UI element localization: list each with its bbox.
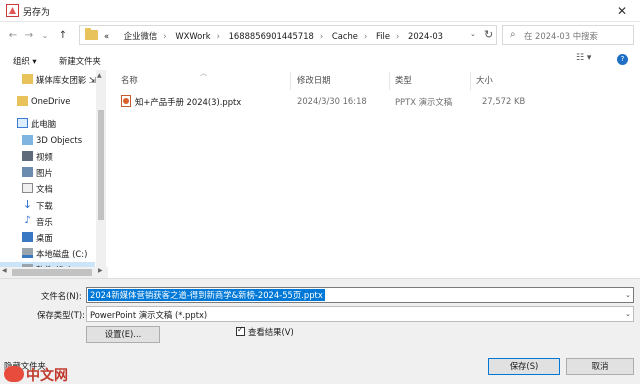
refresh-icon[interactable]: ↻ <box>484 28 493 41</box>
filetype-value: PowerPoint 演示文稿 (*.pptx) <box>90 310 208 320</box>
column-header-size[interactable]: 大小 <box>476 74 493 86</box>
filename-value[interactable]: 2024新媒体营销获客之道-得到新商学&新榜-2024-55页.pptx <box>88 289 325 301</box>
watermark-logo <box>4 366 24 382</box>
scroll-left-icon[interactable]: ◀ <box>2 267 7 274</box>
chevron-down-icon[interactable]: ⌄ <box>625 291 631 299</box>
filename-field[interactable]: 2024新媒体营销获客之道-得到新商学&新榜-2024-55页.pptx ⌄ <box>86 287 634 303</box>
sidebar-item-3d-objects[interactable]: 3D Objects <box>0 132 95 149</box>
chevron-down-icon[interactable]: ⌄ <box>625 310 631 318</box>
scroll-right-icon[interactable]: ▶ <box>98 267 103 274</box>
sidebar-item-this-pc[interactable]: 此电脑 <box>0 115 95 132</box>
download-arrow-icon: ↓ <box>22 198 33 211</box>
back-icon[interactable]: ← <box>6 27 20 45</box>
up-folder-icon[interactable]: ↑ <box>56 27 70 45</box>
file-name[interactable]: 知+产品手册 2024(3).pptx <box>135 96 241 108</box>
breadcrumb-overflow[interactable]: « <box>104 31 109 41</box>
watermark-text: 中文网 <box>26 368 68 384</box>
file-size: 27,572 KB <box>482 96 526 106</box>
chevron-down-icon[interactable]: ⌄ <box>470 30 476 38</box>
sidebar-item-media-library[interactable]: 媒体库女团影 ⇲ <box>0 71 96 88</box>
sidebar-item-local-disk-c[interactable]: 本地磁盘 (C:) <box>0 245 95 262</box>
sidebar-item-downloads[interactable]: ↓ 下载 <box>0 197 95 214</box>
forward-icon[interactable]: → <box>22 27 36 45</box>
settings-button[interactable]: 设置(E)... <box>86 326 160 343</box>
breadcrumb-item[interactable]: 2024-03 <box>408 31 443 41</box>
column-header-type[interactable]: 类型 <box>395 74 412 86</box>
drive-icon <box>22 248 33 258</box>
desktop-icon <box>22 232 33 242</box>
search-icon: ⌕ <box>510 29 516 40</box>
pptx-file-icon <box>121 95 131 107</box>
file-type: PPTX 演示文稿 <box>395 97 453 107</box>
view-results-checkbox[interactable] <box>236 325 245 336</box>
cancel-button[interactable]: 取消 <box>566 358 634 375</box>
view-results-label[interactable]: 查看结果(V) <box>248 326 294 338</box>
file-modified: 2024/3/30 16:18 <box>297 96 367 106</box>
document-icon <box>22 183 33 193</box>
breadcrumb-item[interactable]: 企业微信 <box>124 31 158 41</box>
title-bar <box>0 0 640 22</box>
column-divider[interactable] <box>290 72 291 90</box>
scroll-up-icon[interactable]: ▲ <box>97 72 102 79</box>
save-button[interactable]: 保存(S) <box>488 358 560 375</box>
breadcrumb-item[interactable]: Cache <box>332 31 358 41</box>
folder-icon <box>85 28 98 40</box>
folder-icon <box>17 96 28 106</box>
save-dialog-icon <box>6 4 19 17</box>
cube-icon <box>22 135 33 145</box>
folder-icon <box>22 74 33 84</box>
filetype-select[interactable]: PowerPoint 演示文稿 (*.pptx) ⌄ <box>86 306 634 322</box>
horizontal-scroll-thumb[interactable] <box>12 269 92 276</box>
column-divider[interactable] <box>389 72 390 90</box>
breadcrumb-item[interactable]: 1688856901445718 <box>229 31 314 41</box>
sidebar-item-pictures[interactable]: 图片 <box>0 164 95 181</box>
music-note-icon: ♪ <box>24 215 31 226</box>
view-options-icon[interactable]: ☷ ▾ <box>576 53 591 63</box>
column-header-name[interactable]: 名称 <box>121 74 138 86</box>
search-input[interactable]: 在 2024-03 中搜索 <box>524 30 598 42</box>
picture-icon <box>22 167 33 177</box>
sidebar-item-documents[interactable]: 文档 <box>0 180 95 197</box>
recent-locations-icon[interactable]: ⌄ <box>38 27 52 45</box>
new-folder-button[interactable]: 新建文件夹 <box>59 55 101 67</box>
video-icon <box>22 151 33 161</box>
address-bar[interactable]: « 企业微信 › WXWork › 1688856901445718 › Cache ›… <box>79 25 497 45</box>
breadcrumb-item[interactable]: File <box>376 31 390 41</box>
organize-button[interactable]: 组织 ▾ <box>13 55 37 67</box>
computer-icon <box>17 118 28 128</box>
sidebar-item-videos[interactable]: 视频 <box>0 148 95 165</box>
scrollbar-thumb[interactable] <box>98 110 104 220</box>
help-icon[interactable]: ? <box>617 54 628 65</box>
sort-indicator-icon: ︿ <box>200 69 207 77</box>
close-icon[interactable]: ✕ <box>610 2 634 20</box>
breadcrumb-item[interactable]: WXWork <box>175 31 210 41</box>
filename-label: 文件名(N): <box>41 291 82 301</box>
filetype-label: 保存类型(T): <box>37 310 85 320</box>
sidebar-item-onedrive[interactable]: OneDrive <box>0 93 95 110</box>
column-divider[interactable] <box>470 72 471 90</box>
search-box[interactable]: ⌕ 在 2024-03 中搜索 <box>502 25 634 45</box>
column-header-modified[interactable]: 修改日期 <box>297 74 331 86</box>
sidebar-item-music[interactable]: ♪ 音乐 <box>0 213 95 230</box>
sidebar-item-desktop[interactable]: 桌面 <box>0 229 95 246</box>
dialog-title: 另存为 <box>23 8 51 18</box>
breadcrumb: « 企业微信 › WXWork › 1688856901445718 › Cache ›… <box>104 31 444 41</box>
